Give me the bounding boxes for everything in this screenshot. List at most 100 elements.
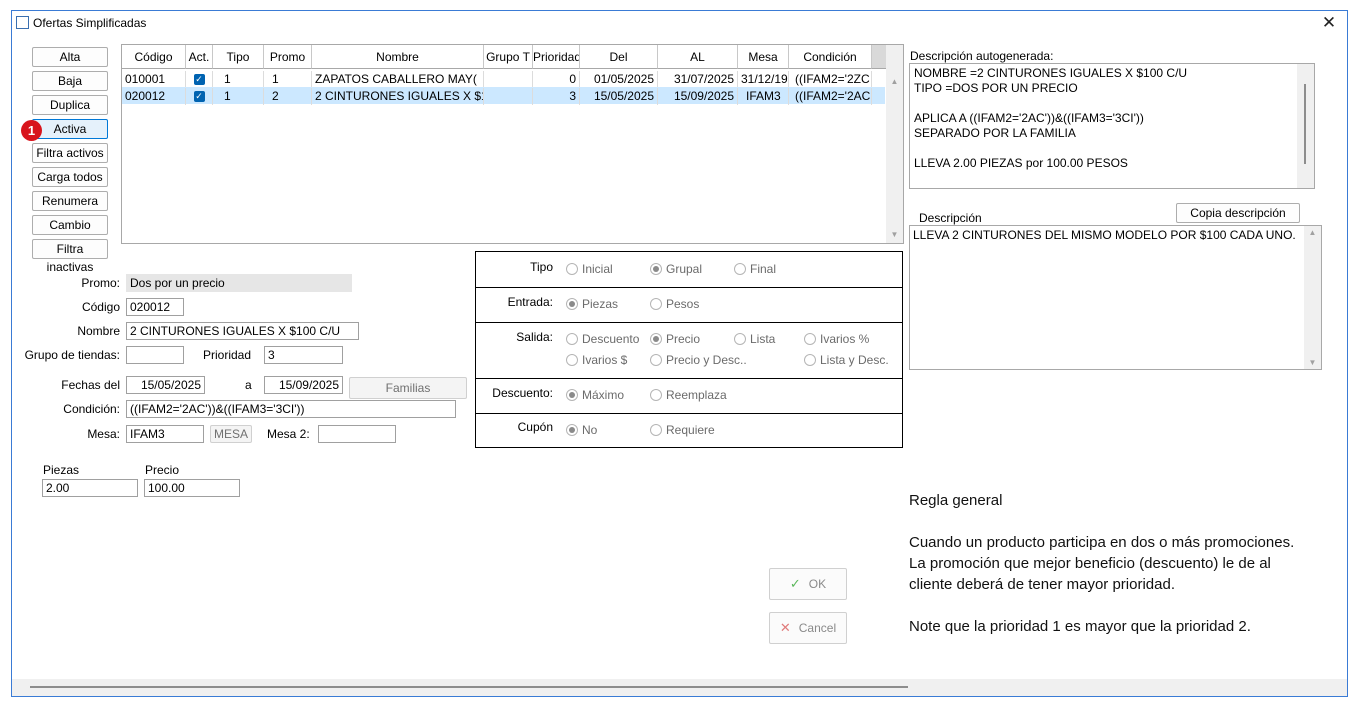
mesa2-label: Mesa 2: [267, 427, 310, 441]
grupo-tiendas-label: Grupo de tiendas: [24, 348, 120, 362]
autodesc-line [914, 141, 1310, 156]
grupo-tiendas-field[interactable] [126, 346, 184, 364]
radio-cupon-requiere[interactable]: Requiere [650, 423, 715, 437]
divider [476, 287, 902, 288]
radio-descuento-maximo[interactable]: Máximo [566, 388, 624, 402]
scroll-down-icon[interactable]: ▼ [886, 226, 903, 243]
piezas-field[interactable]: 2.00 [42, 479, 138, 497]
scroll-up-icon[interactable]: ▲ [1304, 228, 1321, 237]
horizontal-scrollbar[interactable] [12, 679, 1347, 696]
cell-prioridad: 0 [533, 71, 580, 88]
condicion-label: Condición: [63, 402, 120, 416]
radio-salida-lista[interactable]: Lista [734, 332, 775, 346]
cell-condicion: ((IFAM2='2ZC [789, 71, 872, 88]
radio-label: Reemplaza [666, 388, 727, 402]
checkbox-checked-icon[interactable]: ✓ [193, 74, 205, 86]
radio-icon [650, 298, 662, 310]
tipo-label: Tipo [530, 260, 553, 274]
autodesc-line: SEPARADO POR LA FAMILIA [914, 126, 1076, 140]
radio-icon [734, 333, 746, 345]
fecha-a-label: a [245, 378, 252, 392]
filtra-inactivas-button[interactable]: Filtra inactivas [32, 239, 108, 274]
radio-entrada-pesos[interactable]: Pesos [650, 297, 699, 311]
cambio-button[interactable]: Cambio [32, 215, 108, 235]
scroll-thumb[interactable] [1304, 84, 1306, 164]
radio-descuento-reemplaza[interactable]: Reemplaza [650, 388, 727, 402]
cell-al: 15/09/2025 [658, 88, 738, 105]
radio-selected-icon [566, 424, 578, 436]
radio-label: Precio y Desc.. [666, 353, 747, 367]
step-badge: 1 [21, 120, 42, 141]
fecha-del-field[interactable]: 15/05/2025 [126, 376, 205, 394]
column-header-tipo[interactable]: Tipo [213, 45, 264, 69]
scroll-thumb[interactable] [30, 686, 908, 688]
mesa-field[interactable]: IFAM3 [126, 425, 204, 443]
precio-field[interactable]: 100.00 [144, 479, 240, 497]
mesa-button[interactable]: MESA [210, 425, 252, 443]
radio-salida-descuento[interactable]: Descuento [566, 332, 639, 346]
radio-salida-ivarios-pesos[interactable]: Ivarios $ [566, 353, 627, 367]
descripcion-text: LLEVA 2 CINTURONES DEL MISMO MODELO POR … [913, 228, 1296, 242]
column-header-al[interactable]: AL [658, 45, 738, 69]
radio-salida-lista-desc[interactable]: Lista y Desc. [804, 353, 889, 367]
renumera-button[interactable]: Renumera [32, 191, 108, 211]
offers-grid[interactable]: Código Act. Tipo Promo Nombre Grupo T Pr… [121, 44, 904, 244]
radio-selected-icon [566, 389, 578, 401]
codigo-field[interactable]: 020012 [126, 298, 184, 316]
scroll-down-icon[interactable]: ▼ [1304, 358, 1321, 367]
familias-button[interactable]: Familias [349, 377, 467, 399]
column-header-act[interactable]: Act. [186, 45, 213, 69]
radio-tipo-inicial[interactable]: Inicial [566, 262, 613, 276]
radio-salida-precio[interactable]: Precio [650, 332, 700, 346]
radio-salida-precio-desc[interactable]: Precio y Desc.. [650, 353, 747, 367]
radio-entrada-piezas[interactable]: Piezas [566, 297, 618, 311]
column-header-condicion[interactable]: Condición [789, 45, 872, 69]
baja-button[interactable]: Baja [32, 71, 108, 91]
activa-button[interactable]: Activa [32, 119, 108, 139]
grid-vertical-scrollbar[interactable]: ▲ ▼ [886, 45, 903, 243]
column-header-prioridad[interactable]: Prioridad [533, 45, 580, 69]
salida-label: Salida: [516, 330, 553, 344]
prioridad-field[interactable]: 3 [264, 346, 343, 364]
descripcion-memo[interactable]: LLEVA 2 CINTURONES DEL MISMO MODELO POR … [909, 225, 1322, 370]
copia-descripcion-button[interactable]: Copia descripción [1176, 203, 1300, 223]
condicion-field[interactable]: ((IFAM2='2AC'))&((IFAM3='3CI')) [126, 400, 456, 418]
nombre-field[interactable]: 2 CINTURONES IGUALES X $100 C/U [126, 322, 359, 340]
checkbox-checked-icon[interactable]: ✓ [193, 91, 205, 103]
column-header-del[interactable]: Del [580, 45, 658, 69]
radio-salida-ivarios-pct[interactable]: Ivarios % [804, 332, 869, 346]
cell-act[interactable]: ✓ [186, 88, 213, 105]
column-header-codigo[interactable]: Código [122, 45, 186, 69]
column-header-promo[interactable]: Promo [264, 45, 312, 69]
radio-tipo-grupal[interactable]: Grupal [650, 262, 702, 276]
filtra-activos-button[interactable]: Filtra activos [32, 143, 108, 163]
column-header-mesa[interactable]: Mesa [738, 45, 789, 69]
carga-todos-button[interactable]: Carga todos [32, 167, 108, 187]
radio-tipo-final[interactable]: Final [734, 262, 776, 276]
ok-button[interactable]: ✓ OK [769, 568, 847, 600]
fecha-al-field[interactable]: 15/09/2025 [264, 376, 343, 394]
autodesc-memo[interactable]: NOMBRE =2 CINTURONES IGUALES X $100 C/U … [909, 63, 1315, 189]
mesa2-field[interactable] [318, 425, 396, 443]
cell-grupo [484, 71, 533, 88]
radio-cupon-no[interactable]: No [566, 423, 597, 437]
cell-act[interactable]: ✓ [186, 71, 213, 88]
descripcion-scrollbar[interactable]: ▲ ▼ [1304, 226, 1321, 369]
cell-del: 01/05/2025 [580, 71, 658, 88]
column-header-nombre[interactable]: Nombre [312, 45, 484, 69]
cell-tipo: 1 [213, 71, 264, 88]
radio-icon [566, 354, 578, 366]
divider [476, 378, 902, 379]
scroll-up-icon[interactable]: ▲ [886, 73, 903, 90]
close-icon[interactable]: ✕ [1319, 13, 1339, 33]
cell-nombre: ZAPATOS CABALLERO MAY( [312, 71, 484, 88]
autodesc-scrollbar[interactable] [1297, 64, 1314, 188]
column-header-grupo[interactable]: Grupo T [484, 45, 533, 69]
duplica-button[interactable]: Duplica [32, 95, 108, 115]
autodesc-label: Descripción autogenerada: [910, 49, 1054, 63]
radio-label: Final [750, 262, 777, 276]
cancel-button[interactable]: ✕ Cancel [769, 612, 847, 644]
title-bar: Ofertas Simplificadas ✕ [12, 11, 1347, 35]
radio-label: Lista y Desc. [820, 353, 889, 367]
alta-button[interactable]: Alta [32, 47, 108, 67]
